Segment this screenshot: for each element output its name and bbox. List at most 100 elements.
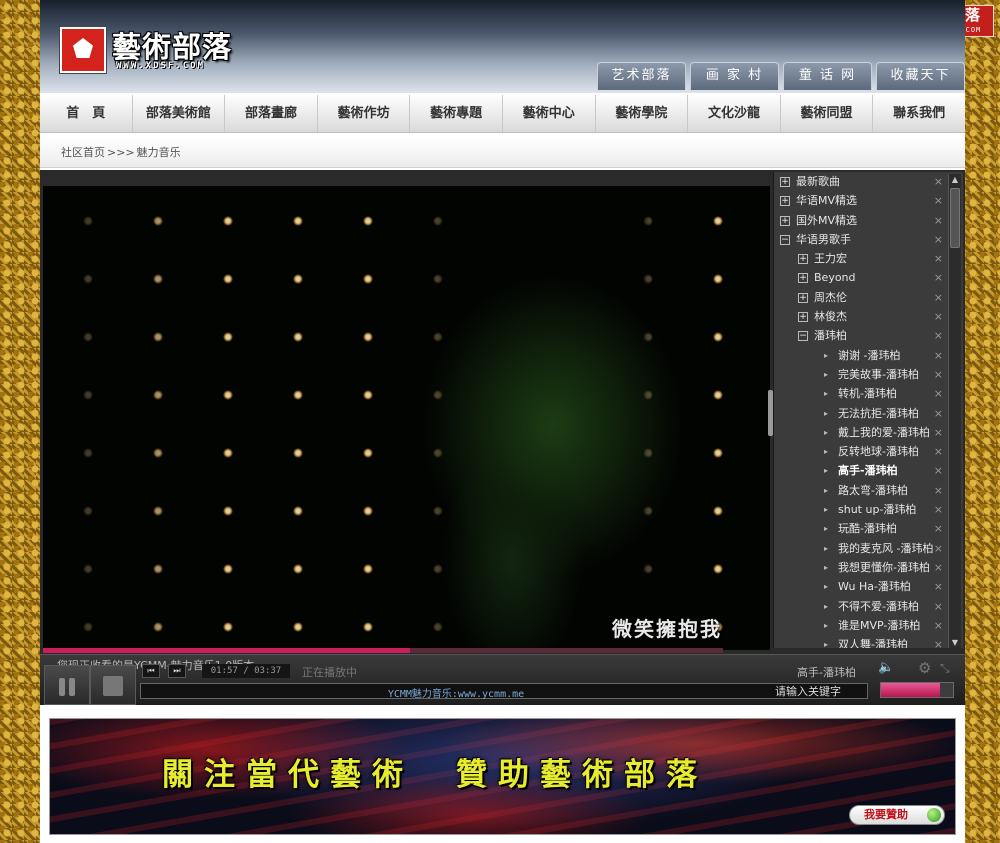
- remove-icon[interactable]: ×: [934, 384, 943, 403]
- nav-item-center[interactable]: 藝術中心: [503, 95, 596, 132]
- expand-icon[interactable]: +: [780, 215, 790, 226]
- volume-slider[interactable]: [880, 682, 954, 698]
- remove-icon[interactable]: ×: [934, 423, 943, 442]
- play-status: 正在播放中: [302, 666, 357, 679]
- nav-item-workshop[interactable]: 藝術作坊: [318, 95, 411, 132]
- remove-icon[interactable]: ×: [934, 268, 943, 287]
- site-credit[interactable]: YCMM魅力音乐:www.ycmm.me: [141, 685, 771, 700]
- video-subtitle: 微笑擁抱我: [612, 617, 722, 641]
- settings-gear-icon[interactable]: ⚙: [918, 659, 931, 677]
- expand-icon[interactable]: +: [798, 273, 808, 284]
- remove-icon[interactable]: ×: [934, 404, 943, 423]
- scroll-up-icon[interactable]: ▲: [949, 175, 961, 184]
- remove-icon[interactable]: ×: [934, 461, 943, 480]
- top-tab-painter-village[interactable]: 画 家 村: [690, 62, 779, 90]
- playlist-scrollbar[interactable]: ▲ ▼: [948, 174, 961, 648]
- top-tab-fairy-tale[interactable]: 童 话 网: [783, 62, 872, 90]
- remove-icon[interactable]: ×: [934, 191, 943, 210]
- expand-icon[interactable]: +: [780, 177, 790, 187]
- top-tab-art-tribe[interactable]: 艺术部落: [597, 62, 686, 90]
- playlist-song[interactable]: ▸ 双人舞-潘玮柏 ×: [774, 635, 963, 648]
- remove-icon[interactable]: ×: [934, 481, 943, 500]
- sponsor-button[interactable]: 我要贊助: [849, 805, 945, 825]
- remove-icon[interactable]: ×: [934, 365, 943, 384]
- playlist-song[interactable]: ▸ 我的麦克风 -潘玮柏 ×: [774, 539, 963, 558]
- remove-icon[interactable]: ×: [934, 346, 943, 365]
- remove-icon[interactable]: ×: [934, 597, 943, 616]
- playlist-song[interactable]: ▸ 路太弯-潘玮柏 ×: [774, 481, 963, 500]
- playlist-song[interactable]: ▸ 谁是MVP-潘玮柏 ×: [774, 616, 963, 635]
- playlist-folder[interactable]: − 潘玮柏 ×: [774, 326, 963, 345]
- remove-icon[interactable]: ×: [934, 616, 943, 635]
- playlist-item-label: Beyond: [814, 271, 856, 285]
- playlist-song[interactable]: ▸ 反转地球-潘玮柏 ×: [774, 442, 963, 461]
- nav-item-academy[interactable]: 藝術學院: [596, 95, 689, 132]
- playlist-song[interactable]: ▸ 完美故事-潘玮柏 ×: [774, 365, 963, 384]
- playlist-song[interactable]: ▸ 无法抗拒-潘玮柏 ×: [774, 404, 963, 423]
- pause-button[interactable]: [44, 665, 90, 705]
- progress-bar[interactable]: [43, 648, 723, 653]
- breadcrumb-home-link[interactable]: 社区首页: [61, 146, 105, 159]
- collapse-icon[interactable]: −: [780, 234, 790, 245]
- playlist-song[interactable]: ▸ Wu Ha-潘玮柏 ×: [774, 577, 963, 596]
- nav-item-home[interactable]: 首 頁: [40, 95, 133, 132]
- remove-icon[interactable]: ×: [934, 326, 943, 345]
- playlist-song[interactable]: ▸ 高手-潘玮柏 ×: [774, 461, 963, 480]
- playlist-song[interactable]: ▸ 转机-潘玮柏 ×: [774, 384, 963, 403]
- playlist-song[interactable]: ▸ 不得不爱-潘玮柏 ×: [774, 597, 963, 616]
- playlist-song[interactable]: ▸ 我想更懂你-潘玮柏 ×: [774, 558, 963, 577]
- remove-icon[interactable]: ×: [934, 288, 943, 307]
- playlist-song[interactable]: ▸ 谢谢 -潘玮柏 ×: [774, 346, 963, 365]
- remove-icon[interactable]: ×: [934, 519, 943, 538]
- playlist-folder[interactable]: + Beyond ×: [774, 268, 963, 287]
- nav-item-contact[interactable]: 聯系我們: [873, 95, 965, 132]
- nav-item-alliance[interactable]: 藝術同盟: [781, 95, 874, 132]
- remove-icon[interactable]: ×: [934, 635, 943, 648]
- remove-icon[interactable]: ×: [934, 211, 943, 230]
- playlist-song[interactable]: ▸ 玩酷-潘玮柏 ×: [774, 519, 963, 538]
- volume-level-fill: [881, 683, 941, 697]
- remove-icon[interactable]: ×: [934, 577, 943, 596]
- banner-slogan: 關注當代藝術 贊助藝術部落: [162, 757, 708, 793]
- remove-icon[interactable]: ×: [934, 442, 943, 461]
- collapse-icon[interactable]: −: [798, 331, 808, 342]
- playlist-folder[interactable]: + 最新歌曲 ×: [774, 172, 963, 191]
- playlist-folder[interactable]: + 周杰伦 ×: [774, 288, 963, 307]
- nav-item-salon[interactable]: 文化沙龍: [688, 95, 781, 132]
- search-input[interactable]: [771, 684, 867, 698]
- volume-icon[interactable]: 🔈: [878, 660, 894, 675]
- remove-icon[interactable]: ×: [934, 500, 943, 519]
- playlist-folder[interactable]: + 华语MV精选 ×: [774, 191, 963, 210]
- video-area[interactable]: 微笑擁抱我: [43, 186, 770, 650]
- fullscreen-icon[interactable]: ⤡: [940, 661, 950, 676]
- stop-button[interactable]: [90, 665, 136, 705]
- previous-button[interactable]: ⏮: [142, 664, 160, 678]
- scroll-down-icon[interactable]: ▼: [949, 638, 961, 647]
- remove-icon[interactable]: ×: [934, 307, 943, 326]
- nav-item-gallery[interactable]: 部落畫廊: [225, 95, 318, 132]
- sponsor-banner[interactable]: 關注當代藝術 贊助藝術部落 我要贊助: [49, 718, 956, 835]
- expand-icon[interactable]: +: [798, 254, 808, 265]
- remove-icon[interactable]: ×: [934, 558, 943, 577]
- playlist-song[interactable]: ▸ shut up-潘玮柏 ×: [774, 500, 963, 519]
- site-logo[interactable]: 藝術部落 WWW.XDSF.COM: [60, 27, 270, 77]
- expand-icon[interactable]: +: [798, 312, 808, 323]
- playlist-folder[interactable]: + 国外MV精选 ×: [774, 211, 963, 230]
- nav-item-museum[interactable]: 部落美術館: [133, 95, 226, 132]
- playlist-folder[interactable]: + 林俊杰 ×: [774, 307, 963, 326]
- remove-icon[interactable]: ×: [934, 172, 943, 191]
- remove-icon[interactable]: ×: [934, 249, 943, 268]
- playlist-folder[interactable]: − 华语男歌手 ×: [774, 230, 963, 249]
- expand-icon[interactable]: +: [780, 196, 790, 207]
- remove-icon[interactable]: ×: [934, 230, 943, 249]
- remove-icon[interactable]: ×: [934, 539, 943, 558]
- scroll-thumb[interactable]: [950, 188, 960, 248]
- playlist-song[interactable]: ▸ 戴上我的爱-潘玮柏 ×: [774, 423, 963, 442]
- breadcrumb-separator: >>>: [107, 146, 135, 159]
- next-button[interactable]: ⏭: [168, 664, 186, 678]
- next-icon: ⏭: [173, 666, 181, 675]
- playlist-folder[interactable]: + 王力宏 ×: [774, 249, 963, 268]
- nav-item-topics[interactable]: 藝術專題: [410, 95, 503, 132]
- expand-icon[interactable]: +: [798, 292, 808, 303]
- top-tab-collection[interactable]: 收藏天下: [876, 62, 965, 90]
